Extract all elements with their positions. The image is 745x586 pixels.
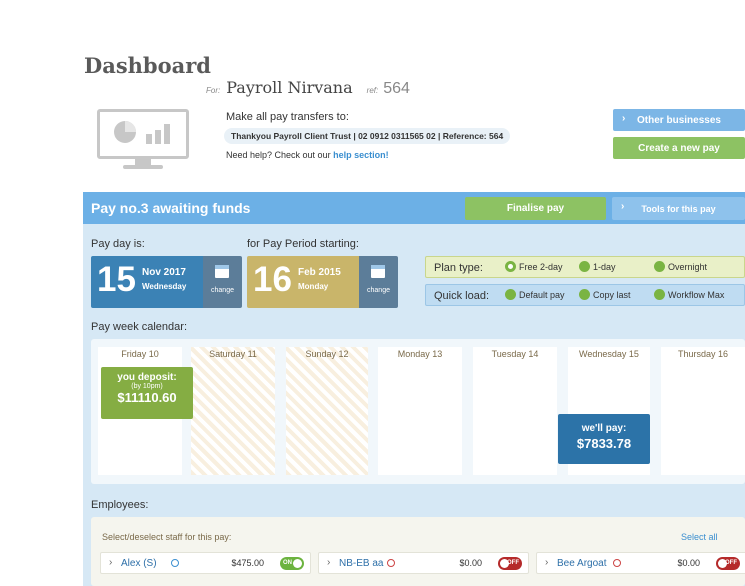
change-label: change — [367, 287, 390, 294]
info-icon[interactable] — [171, 559, 179, 567]
chevron-right-icon: › — [545, 557, 549, 568]
dashboard-monitor-icon — [97, 109, 189, 169]
pay-day-month-year: Nov 2017 — [142, 267, 186, 278]
pay-day-number: 15 — [97, 260, 136, 299]
chevron-right-icon: › — [621, 201, 625, 212]
chevron-right-icon: › — [109, 557, 113, 568]
employee-card[interactable]: › Alex (S) $475.00 ON — [100, 552, 311, 574]
pay-amount: $7833.78 — [576, 436, 632, 451]
period-weekday: Monday — [298, 282, 329, 291]
employee-name[interactable]: Alex (S) — [121, 558, 157, 569]
employee-toggle[interactable]: ON — [280, 557, 304, 570]
quick-load-label: Quick load: — [434, 290, 490, 302]
finalise-pay-button[interactable]: Finalise pay — [465, 197, 606, 220]
change-label: change — [211, 287, 234, 294]
pay-period-card: 16 Feb 2015 Monday change — [247, 256, 398, 308]
page-title: Dashboard — [84, 53, 211, 78]
pay-panel-title: Pay no.3 awaiting funds — [91, 200, 251, 216]
pay-title: we'll pay: — [581, 423, 627, 434]
tools-for-pay-button[interactable]: › Tools for this pay — [612, 197, 745, 220]
deposit-deadline: (by 10pm) — [131, 383, 163, 390]
pay-period-label: for Pay Period starting: — [247, 238, 359, 250]
calendar-day: Tuesday 14 — [473, 347, 557, 475]
radio-icon — [505, 289, 516, 300]
period-month-year: Feb 2015 — [298, 267, 341, 278]
employee-amount: $475.00 — [231, 558, 264, 568]
deposit-amount: $11110.60 — [117, 390, 177, 405]
employees-label: Employees: — [91, 499, 149, 511]
employee-amount: $0.00 — [677, 558, 700, 568]
help-section-link[interactable]: help section! — [333, 150, 389, 160]
warning-icon[interactable] — [613, 559, 621, 567]
warning-icon[interactable] — [387, 559, 395, 567]
help-prefix: Need help? Check out our — [226, 150, 331, 160]
quick-load-default-pay[interactable]: Default pay — [505, 289, 565, 300]
transfer-label: Make all pay transfers to: — [226, 111, 349, 123]
employee-name[interactable]: Bee Argoat — [557, 558, 606, 569]
pay-flag: we'll pay: $7833.78 — [558, 414, 650, 464]
radio-icon — [579, 289, 590, 300]
employees-panel: Select/deselect staff for this pay: Sele… — [91, 517, 745, 586]
employee-name[interactable]: NB-EB aa — [339, 558, 383, 569]
pay-day-label: Pay day is: — [91, 238, 145, 250]
pay-day-card: 15 Nov 2017 Wednesday change — [91, 256, 242, 308]
radio-icon — [654, 289, 665, 300]
pay-day-weekday: Wednesday — [142, 282, 187, 291]
help-text: Need help? Check out our help section! — [226, 150, 389, 160]
radio-selected-icon — [505, 261, 516, 272]
chevron-right-icon: › — [327, 557, 331, 568]
calendar-icon — [215, 265, 229, 278]
plan-type-label: Plan type: — [434, 262, 483, 274]
plan-type-row: Plan type: Free 2-day 1-day Overnight — [425, 256, 745, 278]
calendar-day: Thursday 16 — [661, 347, 745, 475]
ref-label: ref: — [366, 86, 379, 95]
trust-account-details: Thankyou Payroll Client Trust | 02 0912 … — [224, 128, 511, 144]
plan-option-overnight[interactable]: Overnight — [654, 261, 707, 272]
dashboard-page: Dashboard For: Payroll Nirvana ref: 564 … — [0, 0, 745, 586]
deposit-title: you deposit: — [117, 372, 177, 383]
period-day-number: 16 — [253, 260, 292, 299]
deposit-flag: you deposit: (by 10pm) $11110.60 — [101, 367, 193, 419]
employee-toggle[interactable]: OFF — [716, 557, 740, 570]
radio-icon — [654, 261, 665, 272]
quick-load-copy-last[interactable]: Copy last — [579, 289, 631, 300]
calendar-icon — [371, 265, 385, 278]
pay-day-change-button[interactable]: change — [203, 256, 242, 308]
employee-card[interactable]: › Bee Argoat $0.00 OFF — [536, 552, 745, 574]
employee-toggle[interactable]: OFF — [498, 557, 522, 570]
quick-load-row: Quick load: Default pay Copy last Workfl… — [425, 284, 745, 306]
chevron-right-icon: › — [622, 113, 626, 124]
calendar-day: Monday 13 — [378, 347, 462, 475]
radio-icon — [579, 261, 590, 272]
for-label: For: — [206, 86, 221, 95]
period-change-button[interactable]: change — [359, 256, 398, 308]
other-businesses-button[interactable]: › Other businesses — [613, 109, 745, 131]
employee-card[interactable]: › NB-EB aa $0.00 OFF — [318, 552, 529, 574]
business-name: Payroll Nirvana — [226, 78, 353, 97]
business-info: For: Payroll Nirvana ref: 564 — [206, 78, 410, 98]
plan-option-1-day[interactable]: 1-day — [579, 261, 616, 272]
select-staff-text: Select/deselect staff for this pay: — [102, 532, 232, 542]
calendar-day: Saturday 11 — [191, 347, 275, 475]
employee-amount: $0.00 — [459, 558, 482, 568]
calendar-day: Sunday 12 — [286, 347, 368, 475]
calendar-label: Pay week calendar: — [91, 321, 187, 333]
ref-value: 564 — [383, 80, 410, 97]
select-all-link[interactable]: Select all — [681, 532, 718, 542]
quick-load-workflow-max[interactable]: Workflow Max — [654, 289, 724, 300]
plan-option-free-2-day[interactable]: Free 2-day — [505, 261, 563, 272]
create-new-pay-button[interactable]: Create a new pay — [613, 137, 745, 159]
